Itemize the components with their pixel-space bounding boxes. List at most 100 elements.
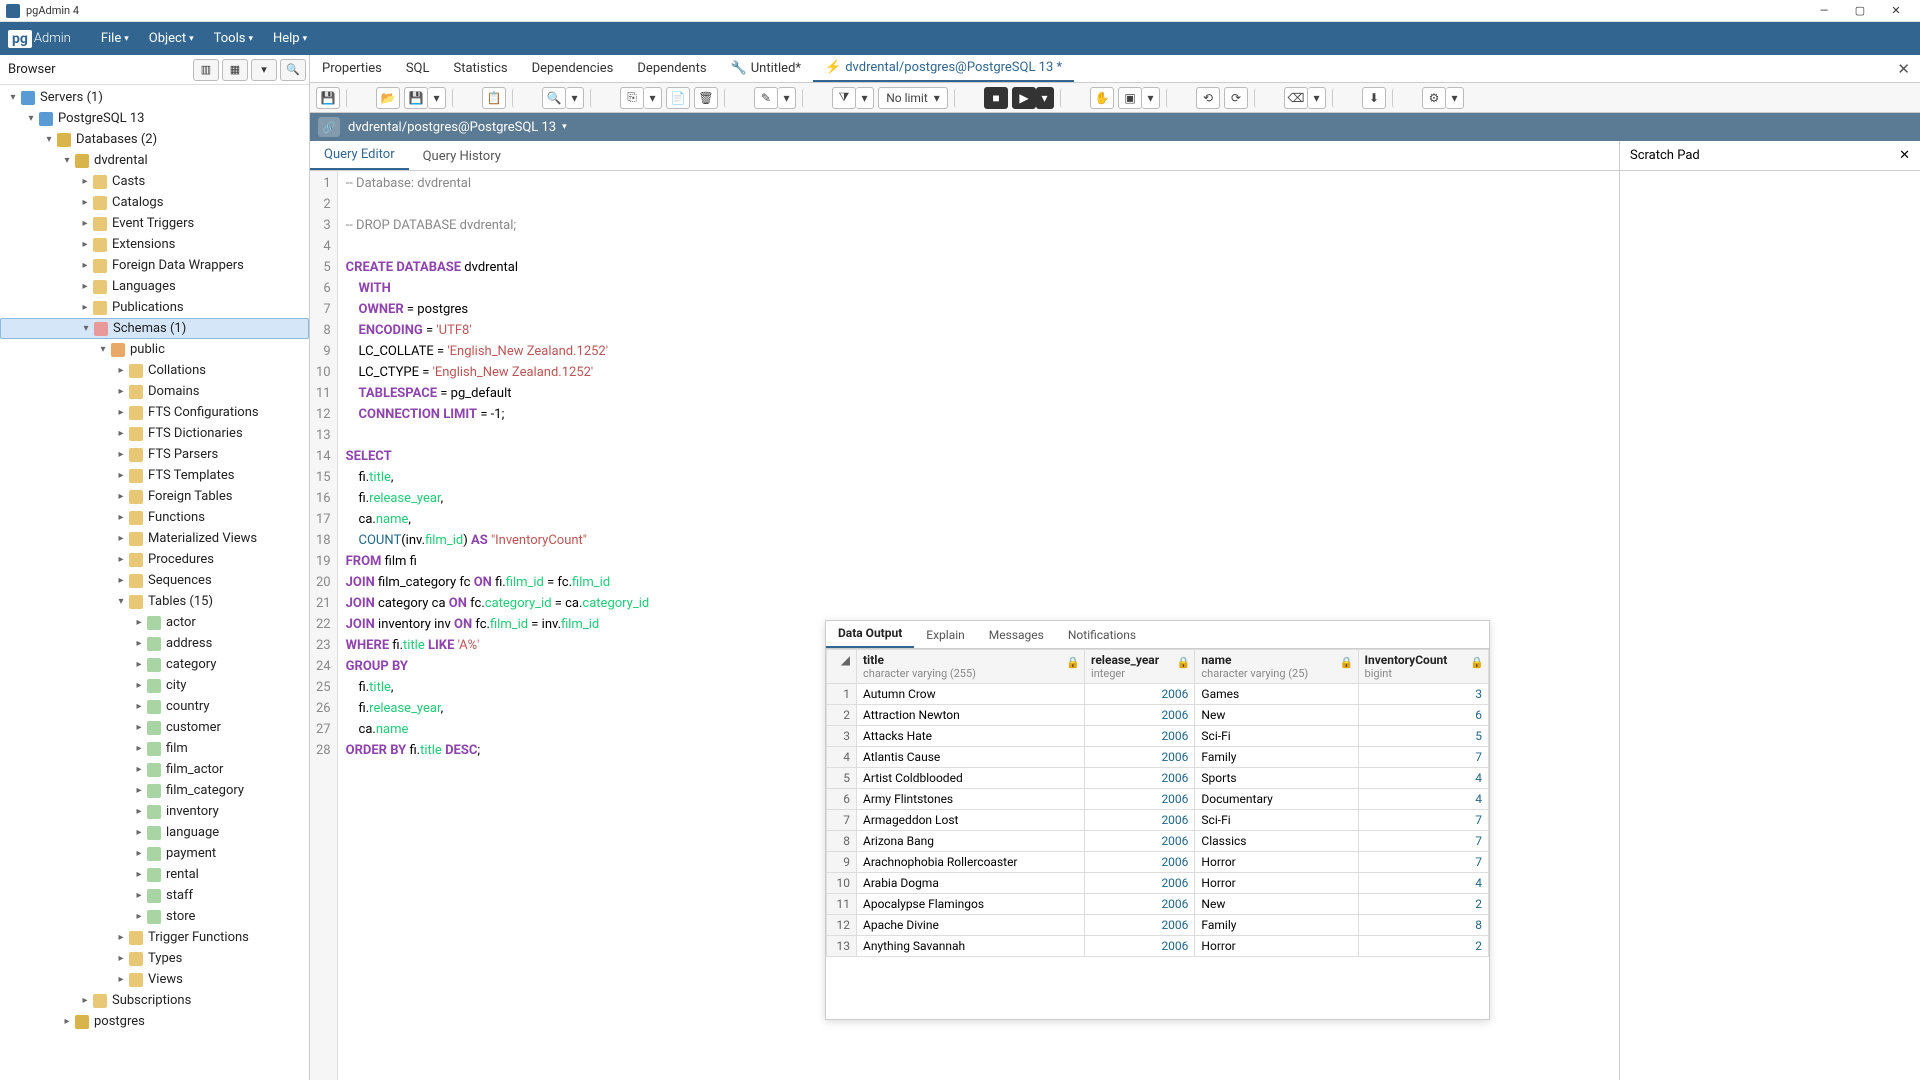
clear-button[interactable]: ⌫	[1284, 87, 1308, 109]
tree-item[interactable]: ▸category	[0, 654, 309, 675]
table-row[interactable]: 1Autumn Crow2006Games3	[827, 684, 1489, 705]
tree-item[interactable]: ▸payment	[0, 843, 309, 864]
tree-item[interactable]: ▸inventory	[0, 801, 309, 822]
tree-item[interactable]: ▸Collations	[0, 360, 309, 381]
tree-item[interactable]: ▾PostgreSQL 13	[0, 108, 309, 129]
tree-item[interactable]: ▸Materialized Views	[0, 528, 309, 549]
tree-item[interactable]: ▸staff	[0, 885, 309, 906]
copy-paste-button[interactable]: 📋	[482, 87, 506, 109]
paste-button[interactable]: 📄	[666, 87, 690, 109]
tree-arrow-icon[interactable]: ▸	[114, 512, 128, 523]
table-row[interactable]: 2Attraction Newton2006New6	[827, 705, 1489, 726]
tree-arrow-icon[interactable]: ▸	[132, 890, 146, 901]
data-output-panel[interactable]: Data OutputExplainMessagesNotifications …	[825, 620, 1490, 1020]
tree-arrow-icon[interactable]: ▸	[132, 680, 146, 691]
tree-item[interactable]: ▸store	[0, 906, 309, 927]
tree-arrow-icon[interactable]: ▸	[132, 638, 146, 649]
tree-item[interactable]: ▸country	[0, 696, 309, 717]
tree-arrow-icon[interactable]: ▸	[132, 785, 146, 796]
tree-arrow-icon[interactable]: ▾	[96, 344, 110, 355]
table-row[interactable]: 11Apocalypse Flamingos2006New2	[827, 894, 1489, 915]
tree-arrow-icon[interactable]: ▸	[132, 848, 146, 859]
clear-dropdown[interactable]: ▾	[1308, 87, 1326, 109]
tree-arrow-icon[interactable]: ▸	[114, 974, 128, 985]
table-row[interactable]: 5Artist Coldblooded2006Sports4	[827, 768, 1489, 789]
tree-item[interactable]: ▸language	[0, 822, 309, 843]
tree-arrow-icon[interactable]: ▸	[114, 932, 128, 943]
minimize-button[interactable]: —	[1806, 0, 1842, 21]
tree-item[interactable]: ▸FTS Templates	[0, 465, 309, 486]
tree-item[interactable]: ▸city	[0, 675, 309, 696]
tree-arrow-icon[interactable]: ▸	[78, 239, 92, 250]
tab-untitled[interactable]: 🔧 Untitled*	[719, 55, 813, 82]
menu-file[interactable]: File▾	[91, 22, 139, 55]
connection-bar[interactable]: 🔗 dvdrental/postgres@PostgreSQL 13 ▾	[310, 113, 1920, 141]
tree-item[interactable]: ▸Catalogs	[0, 192, 309, 213]
tree-arrow-icon[interactable]: ▸	[132, 827, 146, 838]
tree-arrow-icon[interactable]: ▸	[114, 449, 128, 460]
row-header[interactable]: ◢	[827, 650, 857, 684]
menu-tools[interactable]: Tools▾	[204, 22, 263, 55]
table-row[interactable]: 8Arizona Bang2006Classics7	[827, 831, 1489, 852]
tree-item[interactable]: ▸address	[0, 633, 309, 654]
browser-btn-filter[interactable]: ▾	[251, 59, 277, 81]
tree-item[interactable]: ▸Trigger Functions	[0, 927, 309, 948]
table-row[interactable]: 7Armageddon Lost2006Sci-Fi7	[827, 810, 1489, 831]
tree-arrow-icon[interactable]: ▸	[114, 533, 128, 544]
output-tab-explain[interactable]: Explain	[914, 622, 977, 648]
tree-item[interactable]: ▸Foreign Tables	[0, 486, 309, 507]
tree-arrow-icon[interactable]: ▾	[114, 596, 128, 607]
tree-arrow-icon[interactable]: ▸	[114, 953, 128, 964]
tree-item[interactable]: ▸customer	[0, 717, 309, 738]
tree-arrow-icon[interactable]: ▸	[78, 302, 92, 313]
table-row[interactable]: 9Arachnophobia Rollercoaster2006Horror7	[827, 852, 1489, 873]
tree-arrow-icon[interactable]: ▾	[60, 155, 74, 166]
tree-item[interactable]: ▸Domains	[0, 381, 309, 402]
tab-dependents[interactable]: Dependents	[625, 55, 718, 82]
close-button[interactable]: ✕	[1878, 0, 1914, 21]
table-row[interactable]: 4Atlantis Cause2006Family7	[827, 747, 1489, 768]
subtab-query-history[interactable]: Query History	[409, 143, 515, 170]
tree-item[interactable]: ▸Sequences	[0, 570, 309, 591]
menu-help[interactable]: Help▾	[263, 22, 317, 55]
download-button[interactable]: ⬇	[1362, 87, 1386, 109]
save-file-dropdown[interactable]: ▾	[428, 87, 446, 109]
tree-arrow-icon[interactable]: ▸	[78, 281, 92, 292]
tree-item[interactable]: ▸Publications	[0, 297, 309, 318]
edit-button[interactable]: ✎	[754, 87, 778, 109]
tree-arrow-icon[interactable]: ▸	[132, 722, 146, 733]
tree-arrow-icon[interactable]: ▾	[79, 323, 93, 334]
find-button[interactable]: 🔍	[542, 87, 566, 109]
tree-item[interactable]: ▸film_actor	[0, 759, 309, 780]
tree-item[interactable]: ▸Foreign Data Wrappers	[0, 255, 309, 276]
tree-item[interactable]: ▸Views	[0, 969, 309, 990]
find-dropdown[interactable]: ▾	[566, 87, 584, 109]
execute-button[interactable]: ▶	[1012, 87, 1036, 109]
open-file-button[interactable]: 📂	[376, 87, 400, 109]
tree-item[interactable]: ▸actor	[0, 612, 309, 633]
column-header[interactable]: namecharacter varying (25)🔒	[1195, 650, 1358, 684]
tree-arrow-icon[interactable]: ▸	[78, 260, 92, 271]
table-row[interactable]: 3Attacks Hate2006Sci-Fi5	[827, 726, 1489, 747]
result-grid[interactable]: ◢titlecharacter varying (255)🔒release_ye…	[826, 649, 1489, 1019]
tree-arrow-icon[interactable]: ▸	[132, 659, 146, 670]
tree-arrow-icon[interactable]: ▸	[114, 407, 128, 418]
tree-arrow-icon[interactable]: ▸	[132, 869, 146, 880]
subtab-query-editor[interactable]: Query Editor	[310, 141, 409, 170]
tree-item[interactable]: ▸film	[0, 738, 309, 759]
tab-properties[interactable]: Properties	[310, 55, 394, 82]
tree-arrow-icon[interactable]: ▸	[114, 386, 128, 397]
tree-arrow-icon[interactable]: ▸	[132, 617, 146, 628]
tree-arrow-icon[interactable]: ▾	[6, 92, 20, 103]
tree-item[interactable]: ▾Servers (1)	[0, 87, 309, 108]
tree-arrow-icon[interactable]: ▸	[114, 365, 128, 376]
filter-dropdown[interactable]: ▾	[856, 87, 874, 109]
tree-arrow-icon[interactable]: ▸	[114, 554, 128, 565]
table-row[interactable]: 10Arabia Dogma2006Horror4	[827, 873, 1489, 894]
tree-item[interactable]: ▸Functions	[0, 507, 309, 528]
column-header[interactable]: titlecharacter varying (255)🔒	[857, 650, 1085, 684]
column-header[interactable]: InventoryCountbigint🔒	[1358, 650, 1488, 684]
explain-button[interactable]: ✋	[1090, 87, 1114, 109]
tree-item[interactable]: ▾public	[0, 339, 309, 360]
tree-item[interactable]: ▸Casts	[0, 171, 309, 192]
